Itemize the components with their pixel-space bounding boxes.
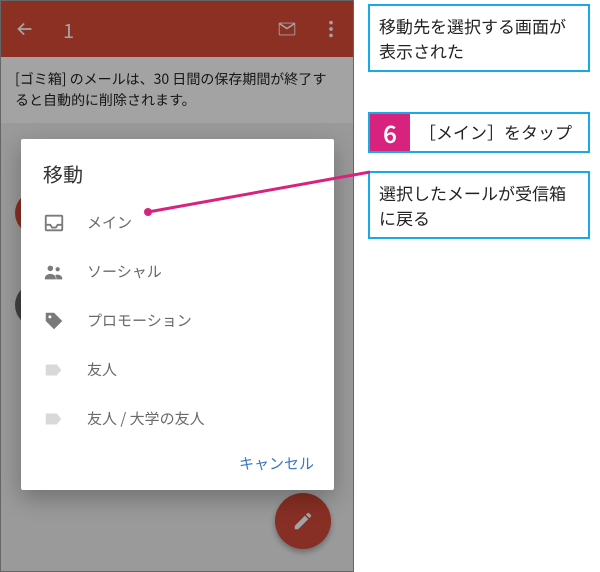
annotation-step-6: 6 ［メイン］をタップ	[368, 112, 590, 153]
step-text: ［メイン］をタップ	[410, 114, 581, 151]
phone-screenshot: 1 [ゴミ箱] のメールは、30 日間の保存期間が終了すると自動的に削除されます…	[0, 0, 354, 572]
people-icon	[43, 261, 65, 283]
option-label: 友人 / 大学の友人	[87, 408, 205, 429]
label-icon	[43, 359, 65, 381]
annotation-column: 移動先を選択する画面が表示された 6 ［メイン］をタップ 選択したメールが受信箱…	[368, 4, 590, 257]
selection-count: 1	[63, 15, 275, 44]
compose-fab[interactable]	[275, 493, 331, 549]
move-option-main[interactable]: メイン	[21, 198, 334, 247]
dialog-title: 移動	[21, 139, 334, 198]
mail-icon[interactable]	[275, 17, 299, 41]
overflow-menu-icon[interactable]	[319, 17, 343, 41]
option-label: 友人	[87, 359, 117, 380]
toolbar: 1	[1, 1, 353, 57]
option-label: プロモーション	[87, 310, 192, 331]
option-label: メイン	[87, 212, 132, 233]
move-option-friends-university[interactable]: 友人 / 大学の友人	[21, 394, 334, 443]
cancel-button[interactable]: キャンセル	[239, 453, 314, 474]
move-dialog: 移動 メイン ソーシャル プロモーション 友人	[21, 139, 334, 490]
annotation-note: 移動先を選択する画面が表示された	[368, 4, 590, 72]
step-number: 6	[370, 114, 410, 151]
back-arrow-icon[interactable]	[11, 15, 39, 43]
annotation-note: 選択したメールが受信箱に戻る	[368, 171, 590, 239]
inbox-icon	[43, 212, 65, 234]
trash-notice: [ゴミ箱] のメールは、30 日間の保存期間が終了すると自動的に削除されます。	[1, 57, 353, 123]
move-option-friends[interactable]: 友人	[21, 345, 334, 394]
tag-icon	[43, 310, 65, 332]
move-option-social[interactable]: ソーシャル	[21, 247, 334, 296]
option-label: ソーシャル	[87, 261, 162, 282]
dialog-actions: キャンセル	[21, 443, 334, 484]
label-icon	[43, 408, 65, 430]
move-option-promotions[interactable]: プロモーション	[21, 296, 334, 345]
